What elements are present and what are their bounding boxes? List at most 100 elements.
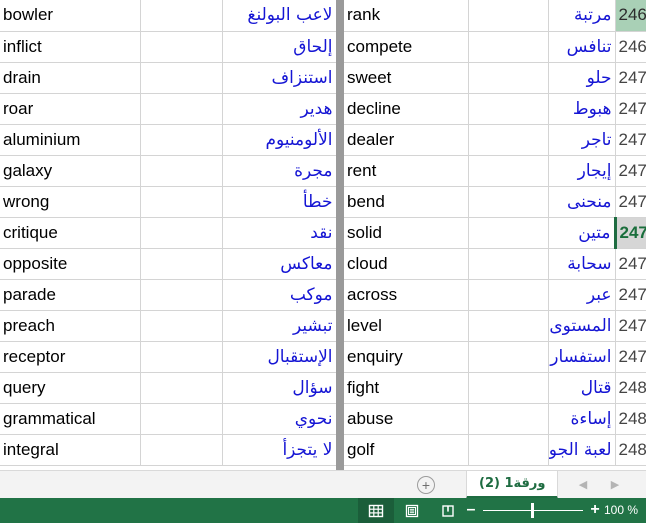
cell-empty[interactable] xyxy=(140,155,223,187)
table-row[interactable]: rent إيجار2473 xyxy=(344,155,646,187)
cell-english[interactable]: cloud xyxy=(344,248,469,280)
tab-nav-next-icon[interactable]: ▶ xyxy=(605,475,625,495)
table-row[interactable]: rank مرتبة2468 xyxy=(344,0,646,32)
zoom-out-button[interactable]: – xyxy=(463,498,479,523)
table-row[interactable]: sweet حلو2470 xyxy=(344,62,646,94)
cell-arabic[interactable]: المستوى xyxy=(548,310,616,342)
cell-english[interactable]: query xyxy=(0,372,141,404)
cell-arabic[interactable]: لا يتجزأ xyxy=(222,434,336,466)
table-row[interactable]: bend منحنى2474 xyxy=(344,186,646,218)
cell-arabic[interactable]: لاعب البولنغ xyxy=(222,0,336,32)
row-header[interactable]: 2469 xyxy=(614,31,646,63)
table-row[interactable]: drain استنزاف xyxy=(0,62,336,94)
cell-arabic[interactable]: سحابة xyxy=(548,248,616,280)
cell-empty[interactable] xyxy=(140,341,223,373)
cell-arabic[interactable]: إلحاق xyxy=(222,31,336,63)
zoom-slider-track[interactable] xyxy=(483,498,583,523)
cell-arabic[interactable]: إساءة xyxy=(548,403,616,435)
cell-arabic[interactable]: سؤال xyxy=(222,372,336,404)
cell-arabic[interactable]: منحنى xyxy=(548,186,616,218)
cell-empty[interactable] xyxy=(140,248,223,280)
cell-empty[interactable] xyxy=(468,403,549,435)
cell-english[interactable]: fight xyxy=(344,372,469,404)
table-row[interactable]: dealer تاجر2472 xyxy=(344,124,646,156)
cell-empty[interactable] xyxy=(468,93,549,125)
cell-english[interactable]: level xyxy=(344,310,469,342)
row-header[interactable]: 2470 xyxy=(614,62,646,94)
cell-empty[interactable] xyxy=(468,248,549,280)
row-header[interactable]: 2479 xyxy=(614,341,646,373)
cell-english[interactable]: aluminium xyxy=(0,124,141,156)
cell-empty[interactable] xyxy=(468,62,549,94)
cell-empty[interactable] xyxy=(468,0,549,32)
cell-empty[interactable] xyxy=(468,217,549,249)
cell-arabic[interactable]: استنزاف xyxy=(222,62,336,94)
cell-arabic[interactable]: لعبة الجولف xyxy=(548,434,616,466)
cell-english[interactable]: rank xyxy=(344,0,469,32)
table-row[interactable]: wrong خطأ xyxy=(0,186,336,218)
table-row[interactable]: abuse إساءة2481 xyxy=(344,403,646,435)
zoom-percentage-label[interactable]: 100 % xyxy=(600,498,642,523)
cell-arabic[interactable]: تنافس xyxy=(548,31,616,63)
table-row[interactable]: compete تنافس2469 xyxy=(344,31,646,63)
cell-english[interactable]: integral xyxy=(0,434,141,466)
row-header[interactable]: 2474 xyxy=(614,186,646,218)
cell-english[interactable]: solid xyxy=(344,217,469,249)
cell-empty[interactable] xyxy=(468,279,549,311)
cell-empty[interactable] xyxy=(140,434,223,466)
cell-arabic[interactable]: الإستقبال xyxy=(222,341,336,373)
cell-empty[interactable] xyxy=(140,62,223,94)
cell-english[interactable]: dealer xyxy=(344,124,469,156)
cell-english[interactable]: enquiry xyxy=(344,341,469,373)
cell-english[interactable]: decline xyxy=(344,93,469,125)
cell-english[interactable]: critique xyxy=(0,217,141,249)
cell-empty[interactable] xyxy=(468,310,549,342)
table-row[interactable]: grammatical نحوي xyxy=(0,403,336,435)
row-header[interactable]: 2478 xyxy=(614,310,646,342)
sheet-tab-active[interactable]: ورقة1 (2) xyxy=(466,471,559,499)
row-header[interactable]: 2476 xyxy=(614,248,646,280)
table-row[interactable]: receptor الإستقبال xyxy=(0,341,336,373)
cell-english[interactable]: rent xyxy=(344,155,469,187)
table-row[interactable]: preach تبشير xyxy=(0,310,336,342)
cell-empty[interactable] xyxy=(140,31,223,63)
cell-arabic[interactable]: هدير xyxy=(222,93,336,125)
cell-empty[interactable] xyxy=(140,0,223,32)
cell-arabic[interactable]: تاجر xyxy=(548,124,616,156)
cell-empty[interactable] xyxy=(468,434,549,466)
cell-english[interactable]: sweet xyxy=(344,62,469,94)
page-layout-view-button[interactable] xyxy=(394,498,430,523)
cell-english[interactable]: parade xyxy=(0,279,141,311)
cell-english[interactable]: roar xyxy=(0,93,141,125)
cell-empty[interactable] xyxy=(468,372,549,404)
table-row[interactable]: bowler لاعب البولنغ xyxy=(0,0,336,32)
table-row[interactable]: solid متين2475 xyxy=(344,217,646,249)
table-row[interactable]: across عبر2477 xyxy=(344,279,646,311)
cell-arabic[interactable]: متين xyxy=(548,217,616,249)
grid-pane-left[interactable]: bowler لاعب البولنغ inflict إلحاق drain استنز… xyxy=(0,0,336,470)
row-header[interactable]: 2481 xyxy=(614,403,646,435)
cell-arabic[interactable]: نقد xyxy=(222,217,336,249)
table-row[interactable]: level المستوى2478 xyxy=(344,310,646,342)
cell-arabic[interactable]: هبوط xyxy=(548,93,616,125)
cell-arabic[interactable]: إيجار xyxy=(548,155,616,187)
cell-empty[interactable] xyxy=(140,372,223,404)
table-row[interactable]: cloud سحابة2476 xyxy=(344,248,646,280)
cell-arabic[interactable]: نحوي xyxy=(222,403,336,435)
cell-arabic[interactable]: موكب xyxy=(222,279,336,311)
cell-english[interactable]: galaxy xyxy=(0,155,141,187)
cell-empty[interactable] xyxy=(140,186,223,218)
cell-english[interactable]: bend xyxy=(344,186,469,218)
cell-empty[interactable] xyxy=(468,186,549,218)
cell-arabic[interactable]: مجرة xyxy=(222,155,336,187)
normal-view-button[interactable] xyxy=(358,498,394,523)
cell-english[interactable]: across xyxy=(344,279,469,311)
cell-english[interactable]: wrong xyxy=(0,186,141,218)
cell-empty[interactable] xyxy=(140,279,223,311)
cell-arabic[interactable]: خطأ xyxy=(222,186,336,218)
cell-empty[interactable] xyxy=(140,403,223,435)
cell-english[interactable]: golf xyxy=(344,434,469,466)
table-row[interactable]: enquiry استفسار2479 xyxy=(344,341,646,373)
cell-arabic[interactable]: عبر xyxy=(548,279,616,311)
tab-nav-previous-icon[interactable]: ◀ xyxy=(573,475,593,495)
